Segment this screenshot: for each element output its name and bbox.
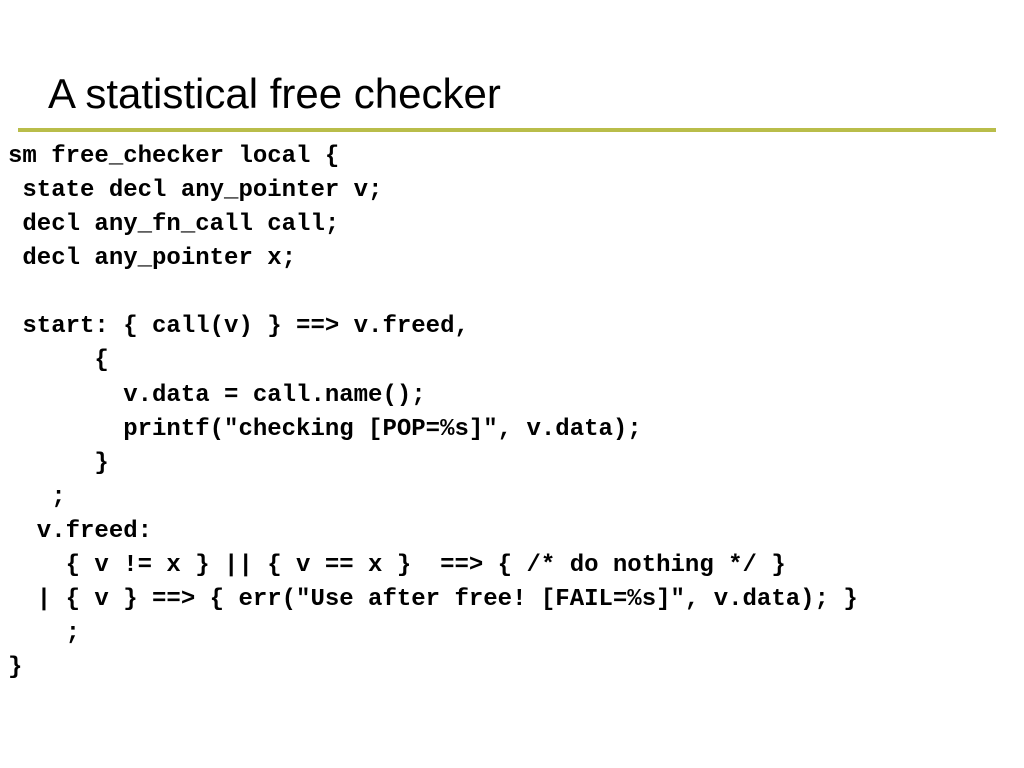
code-block: sm free_checker local { state decl any_p… xyxy=(0,140,1024,685)
title-underline xyxy=(18,128,996,132)
slide-title: A statistical free checker xyxy=(0,70,1024,128)
slide-container: A statistical free checker sm free_check… xyxy=(0,0,1024,768)
